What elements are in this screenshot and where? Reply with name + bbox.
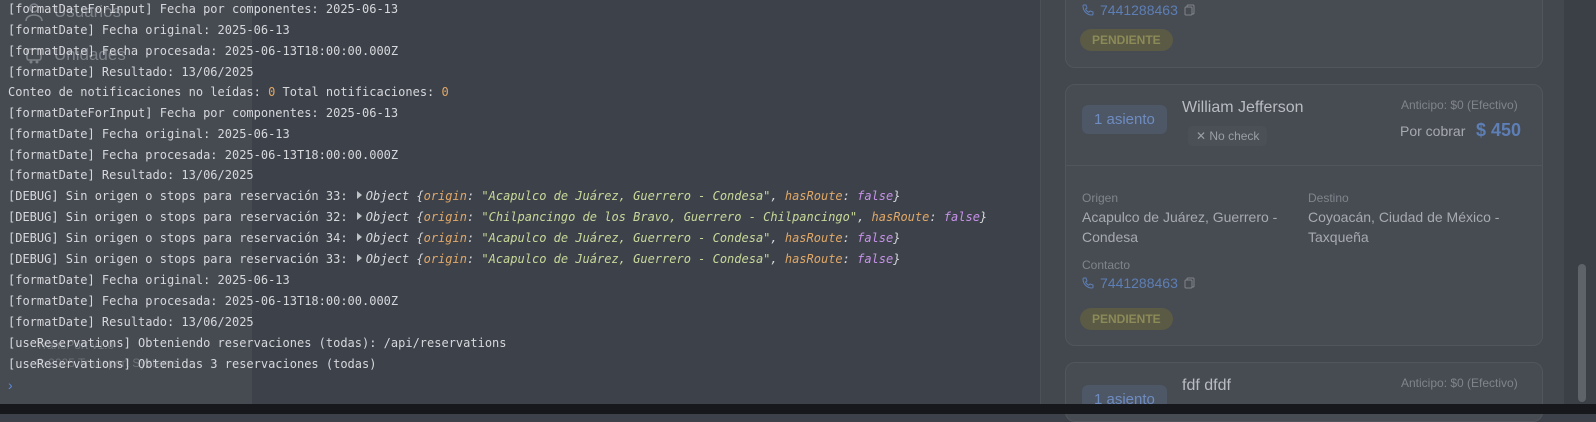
console-log-line: [formatDate] Fecha original: 2025-06-13 <box>8 124 290 144</box>
object-key: origin <box>423 210 467 224</box>
contact-phone[interactable]: 7441288463 <box>1082 2 1196 18</box>
check-status: ✕ No check <box>1188 126 1268 146</box>
reservations-panel: 7441288463 PENDIENTE 1 asiento William J… <box>1040 0 1564 422</box>
por-cobrar-amount: $ 450 <box>1476 120 1522 140</box>
copy-icon[interactable] <box>1184 277 1196 289</box>
object-bool-value: false <box>943 210 980 224</box>
origen-label: Origen <box>1082 191 1119 205</box>
console-log-line: [useReservations] Obtenidas 3 reservacio… <box>8 354 376 374</box>
divider <box>1066 165 1542 166</box>
object-string-value: "Acapulco de Juárez, Guerrero - Condesa" <box>481 231 771 245</box>
console-log-line: Conteo de notificaciones no leídas: 0 To… <box>8 82 449 102</box>
phone-icon <box>1082 4 1094 16</box>
object-string-value: "Acapulco de Juárez, Guerrero - Condesa" <box>481 252 771 266</box>
close-icon: ✕ <box>1196 129 1210 143</box>
object-key: origin <box>423 252 467 266</box>
log-text: [DEBUG] Sin origen o stops para reservac… <box>8 252 355 266</box>
console-log-line: [formatDateForInput] Fecha por component… <box>8 103 398 123</box>
object-key: hasRoute <box>784 231 843 245</box>
object-string-value: "Acapulco de Juárez, Guerrero - Condesa" <box>481 189 771 203</box>
phone-icon <box>1082 277 1094 289</box>
log-text: [formatDate] Resultado: 13/06/2025 <box>8 315 254 329</box>
log-text: [formatDate] Fecha original: 2025-06-13 <box>8 127 290 141</box>
object-key: origin <box>423 189 467 203</box>
passenger-name: fdf dfdf <box>1182 377 1231 394</box>
contact-phone[interactable]: 7441288463 <box>1082 275 1196 291</box>
console-log-line: [DEBUG] Sin origen o stops para reservac… <box>8 189 901 203</box>
log-text: [formatDate] Resultado: 13/06/2025 <box>8 65 254 79</box>
object-label: Object <box>365 252 417 266</box>
console-log-line: [formatDate] Fecha procesada: 2025-06-13… <box>8 145 398 165</box>
expand-triangle-icon[interactable] <box>356 233 362 241</box>
log-text: [formatDateForInput] Fecha por component… <box>8 2 399 16</box>
log-text: [DEBUG] Sin origen o stops para reservac… <box>8 231 355 245</box>
log-text: [formatDate] Fecha original: 2025-06-13 <box>8 273 290 287</box>
anticipo-text: Anticipo: $0 (Efectivo) <box>1401 98 1518 112</box>
origen-value: Acapulco de Juárez, Guerrero - Condesa <box>1082 209 1278 245</box>
object-bool-value: false <box>857 252 894 266</box>
destino-value: Coyoacán, Ciudad de México - Taxqueña <box>1308 209 1500 245</box>
console-log-line: [formatDate] Fecha original: 2025-06-13 <box>8 270 290 290</box>
console-log-line: [formatDate] Resultado: 13/06/2025 <box>8 62 254 82</box>
console-log-line: [DEBUG] Sin origen o stops para reservac… <box>8 231 901 245</box>
console-log-line: [DEBUG] Sin origen o stops para reservac… <box>8 210 988 224</box>
console-log-line: [formatDate] Resultado: 13/06/2025 <box>8 312 254 332</box>
log-text: [DEBUG] Sin origen o stops para reservac… <box>8 189 355 203</box>
status-badge: PENDIENTE <box>1080 308 1173 330</box>
reservation-card[interactable]: 7441288463 PENDIENTE <box>1065 0 1543 68</box>
console-log-line: [DEBUG] Sin origen o stops para reservac… <box>8 252 901 266</box>
console-log-line: [formatDate] Fecha original: 2025-06-13 <box>8 20 290 40</box>
object-key: hasRoute <box>871 210 930 224</box>
object-key: hasRoute <box>784 252 843 266</box>
object-key: hasRoute <box>784 189 843 203</box>
console-log-line: [formatDate] Fecha procesada: 2025-06-13… <box>8 291 398 311</box>
console-log-line: [formatDate] Fecha procesada: 2025-06-13… <box>8 41 398 61</box>
log-text: [formatDateForInput] Fecha por component… <box>8 106 399 120</box>
scrollbar-thumb[interactable] <box>1578 264 1586 402</box>
log-text: Conteo de notificaciones no leídas: <box>8 85 269 99</box>
copy-icon[interactable] <box>1184 4 1196 16</box>
console-log-line: [formatDate] Resultado: 13/06/2025 <box>8 165 254 185</box>
object-label: Object <box>365 231 417 245</box>
object-key: origin <box>423 231 467 245</box>
expand-triangle-icon[interactable] <box>356 254 362 262</box>
object-label: Object <box>365 189 417 203</box>
console-panel: [formatDateForInput] Fecha por component… <box>0 0 1040 404</box>
reservation-card[interactable]: 1 asiento William Jefferson ✕ No check A… <box>1065 84 1543 346</box>
log-text: [DEBUG] Sin origen o stops para reservac… <box>8 210 355 224</box>
status-badge: PENDIENTE <box>1080 29 1173 51</box>
log-text: Total notificaciones: <box>275 85 442 99</box>
log-text: [formatDate] Fecha procesada: 2025-06-13… <box>8 148 399 162</box>
log-text: [formatDate] Resultado: 13/06/2025 <box>8 168 254 182</box>
log-text: [formatDate] Fecha procesada: 2025-06-13… <box>8 44 399 58</box>
log-number: 0 <box>441 85 449 99</box>
object-bool-value: false <box>857 231 894 245</box>
window-bottom-edge <box>0 404 1596 414</box>
log-text: [formatDate] Fecha procesada: 2025-06-13… <box>8 294 399 308</box>
console-log-line: [formatDateForInput] Fecha por component… <box>8 0 398 19</box>
object-bool-value: false <box>857 189 894 203</box>
passenger-name: William Jefferson <box>1182 99 1304 116</box>
log-text: [formatDate] Fecha original: 2025-06-13 <box>8 23 290 37</box>
expand-triangle-icon[interactable] <box>356 191 362 199</box>
seat-count-badge: 1 asiento <box>1082 105 1167 134</box>
anticipo-text: Anticipo: $0 (Efectivo) <box>1401 376 1518 390</box>
log-text: [useReservations] Obteniendo reservacion… <box>8 336 507 350</box>
expand-triangle-icon[interactable] <box>356 212 362 220</box>
console-prompt[interactable]: › <box>8 377 13 393</box>
destino-label: Destino <box>1308 191 1349 205</box>
por-cobrar-label: Por cobrar <box>1400 123 1466 139</box>
contacto-label: Contacto <box>1082 258 1131 272</box>
object-label: Object <box>365 210 417 224</box>
console-log-line: [useReservations] Obteniendo reservacion… <box>8 333 507 353</box>
log-text: [useReservations] Obtenidas 3 reservacio… <box>8 357 377 371</box>
object-string-value: "Chilpancingo de los Bravo, Guerrero - C… <box>481 210 858 224</box>
